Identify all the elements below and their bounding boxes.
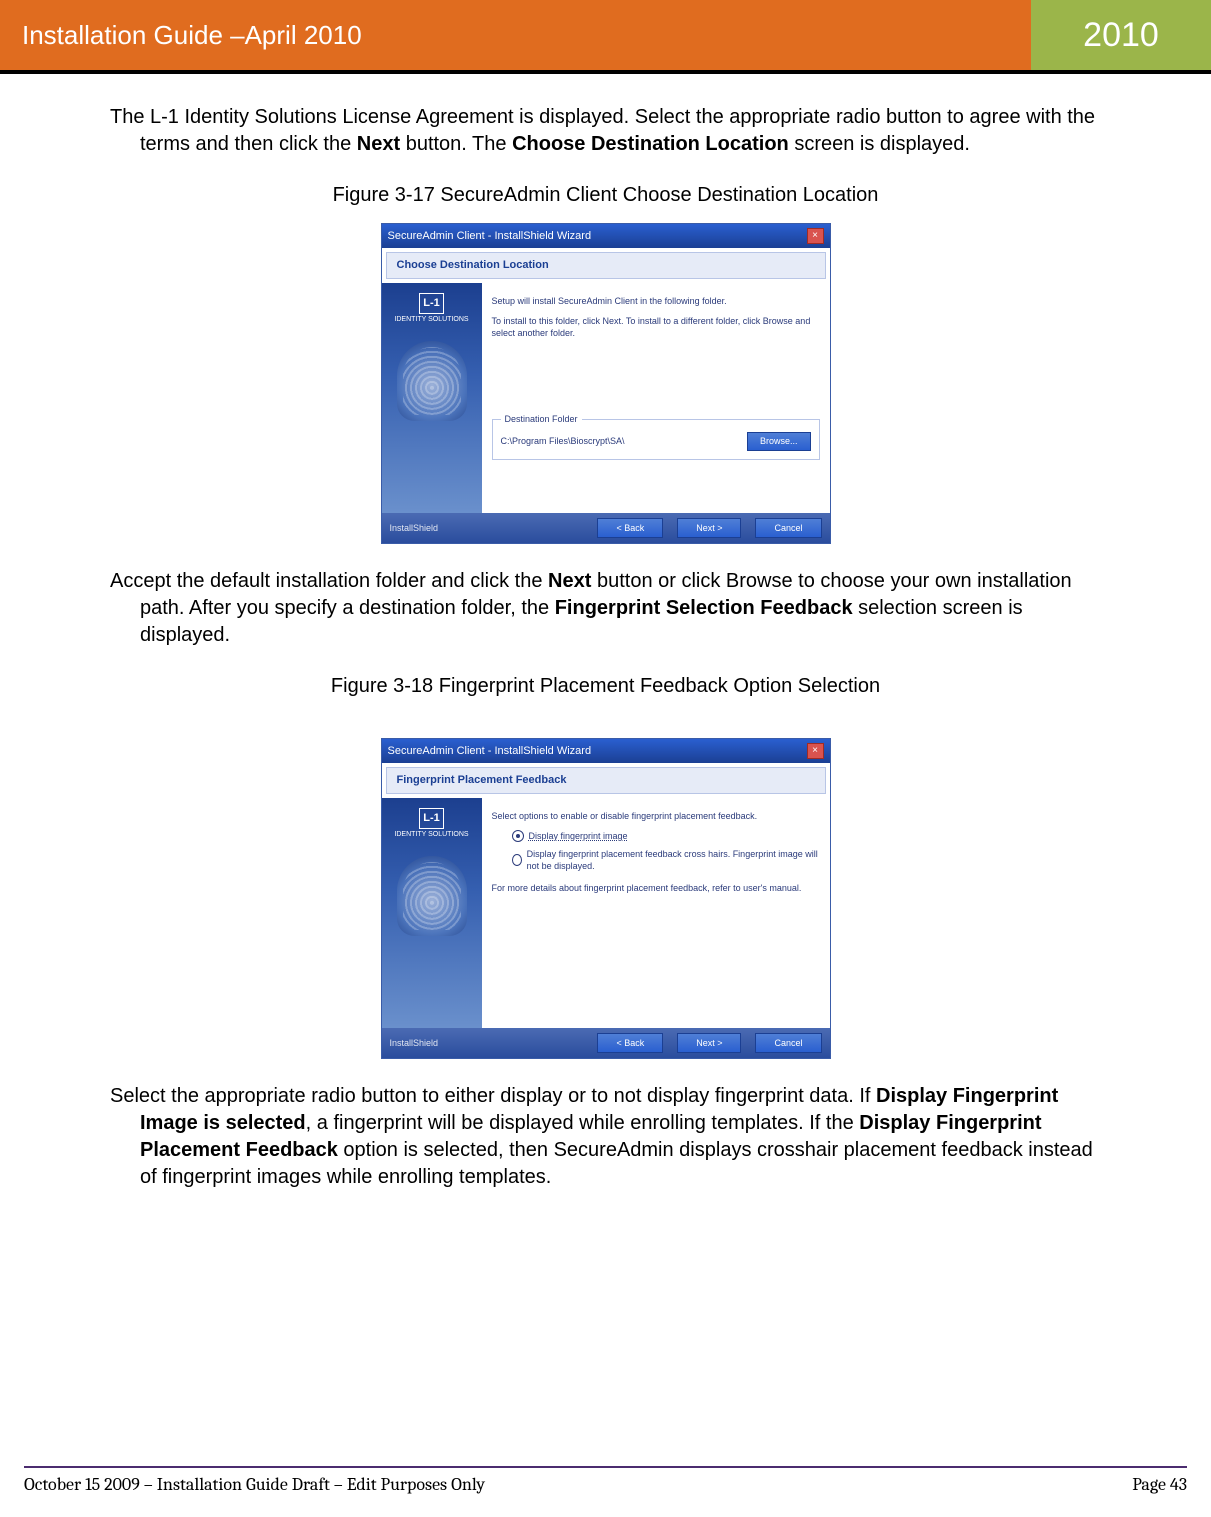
window-titlebar: SecureAdmin Client - InstallShield Wizar…	[382, 224, 830, 248]
destination-path: C:\Program Files\Bioscrypt\SA\	[501, 435, 625, 447]
text: To install to this folder, click Next. T…	[492, 315, 820, 339]
wizard-sidebar: L-1 IDENTITY SOLUTIONS	[382, 798, 482, 1028]
destination-folder-group: Destination Folder C:\Program Files\Bios…	[492, 419, 820, 459]
screenshot-choose-destination: SecureAdmin Client - InstallShield Wizar…	[381, 223, 831, 544]
next-button[interactable]: Next >	[677, 1033, 741, 1053]
radio-option-crosshairs[interactable]: Display fingerprint placement feedback c…	[512, 848, 820, 872]
logo-subtext: IDENTITY SOLUTIONS	[394, 831, 468, 839]
radio-icon[interactable]	[512, 854, 522, 866]
logo-icon: L-1	[419, 808, 444, 829]
logo-icon: L-1	[419, 293, 444, 314]
bold-text: Choose Destination Location	[512, 133, 789, 155]
cancel-button[interactable]: Cancel	[755, 1033, 821, 1053]
bold-text: Next	[548, 570, 591, 592]
text: screen is displayed.	[789, 133, 970, 155]
next-button[interactable]: Next >	[677, 518, 741, 538]
paragraph-3: Select the appropriate radio button to e…	[110, 1083, 1101, 1191]
header-title: Installation Guide –April 2010	[0, 0, 1031, 70]
window-title: SecureAdmin Client - InstallShield Wizar…	[388, 744, 592, 759]
fingerprint-icon	[397, 856, 467, 936]
back-button[interactable]: < Back	[597, 518, 663, 538]
radio-option-display-image[interactable]: Display fingerprint image	[512, 830, 820, 842]
screenshot-fingerprint-feedback: SecureAdmin Client - InstallShield Wizar…	[381, 738, 831, 1059]
fingerprint-icon	[397, 341, 467, 421]
page-footer: October 15 2009 – Installation Guide Dra…	[24, 1466, 1187, 1495]
header-year: 2010	[1031, 0, 1211, 70]
wizard-main: Setup will install SecureAdmin Client in…	[482, 283, 830, 513]
browse-button[interactable]: Browse...	[747, 432, 811, 450]
figure-caption-1: Figure 3-17 SecureAdmin Client Choose De…	[110, 182, 1101, 209]
text: button. The	[400, 133, 512, 155]
paragraph-2: Accept the default installation folder a…	[110, 568, 1101, 649]
page-header: Installation Guide –April 2010 2010	[0, 0, 1211, 74]
text: Accept the default installation folder a…	[110, 570, 548, 592]
text: Setup will install SecureAdmin Client in…	[492, 295, 820, 307]
group-label: Destination Folder	[501, 414, 582, 424]
footer-brand: InstallShield	[390, 522, 439, 534]
wizard-footer: InstallShield < Back Next > Cancel	[382, 1028, 830, 1058]
logo-subtext: IDENTITY SOLUTIONS	[394, 316, 468, 324]
paragraph-1: The L-1 Identity Solutions License Agree…	[110, 104, 1101, 158]
cancel-button[interactable]: Cancel	[755, 518, 821, 538]
wizard-footer: InstallShield < Back Next > Cancel	[382, 513, 830, 543]
window-title: SecureAdmin Client - InstallShield Wizar…	[388, 229, 592, 244]
figure-caption-2: Figure 3-18 Fingerprint Placement Feedba…	[110, 673, 1101, 700]
radio-label: Display fingerprint placement feedback c…	[527, 848, 820, 872]
wizard-subtitle: Choose Destination Location	[386, 252, 826, 279]
text: , a fingerprint will be displayed while …	[306, 1112, 860, 1134]
footer-left: October 15 2009 – Installation Guide Dra…	[24, 1474, 485, 1495]
bold-text: Next	[357, 133, 400, 155]
text: Select the appropriate radio button to e…	[110, 1085, 876, 1107]
close-icon[interactable]: ×	[807, 743, 824, 759]
radio-icon[interactable]	[512, 830, 524, 842]
wizard-sidebar: L-1 IDENTITY SOLUTIONS	[382, 283, 482, 513]
close-icon[interactable]: ×	[807, 228, 824, 244]
footer-brand: InstallShield	[390, 1037, 439, 1049]
back-button[interactable]: < Back	[597, 1033, 663, 1053]
wizard-subtitle: Fingerprint Placement Feedback	[386, 767, 826, 794]
text: For more details about fingerprint place…	[492, 882, 820, 894]
window-titlebar: SecureAdmin Client - InstallShield Wizar…	[382, 739, 830, 763]
wizard-main: Select options to enable or disable fing…	[482, 798, 830, 1028]
bold-text: Fingerprint Selection Feedback	[555, 597, 853, 619]
radio-label: Display fingerprint image	[529, 830, 628, 842]
text: Select options to enable or disable fing…	[492, 810, 820, 822]
footer-right: Page 43	[1132, 1474, 1187, 1495]
